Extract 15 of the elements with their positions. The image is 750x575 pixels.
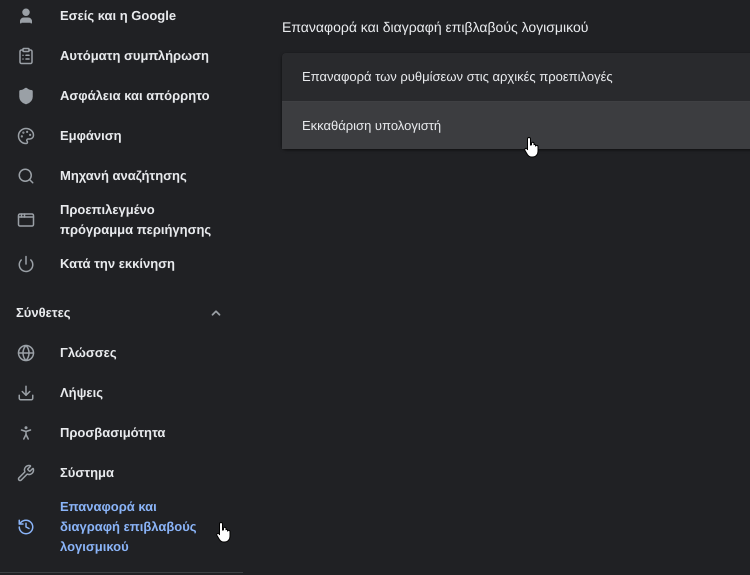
sidebar-item[interactable]: Μηχανή αναζήτησης — [0, 156, 243, 196]
sidebar-item[interactable]: Κατά την εκκίνηση — [0, 244, 243, 284]
sidebar-item[interactable]: Γλώσσες — [0, 333, 243, 373]
sidebar-item[interactable]: Προεπιλεγμένο πρόγραμμα περιήγησης — [0, 196, 243, 244]
section-title: Επαναφορά και διαγραφή επιβλαβούς λογισμικού — [282, 18, 590, 37]
sidebar-item[interactable]: Εσείς και η Google — [0, 0, 243, 36]
sidebar-item[interactable]: Αυτόματη συμπλήρωση — [0, 36, 243, 76]
sidebar-item[interactable]: Εμφάνιση — [0, 116, 243, 156]
sidebar-item[interactable]: Λήψεις — [0, 373, 243, 413]
sidebar-item[interactable]: Σύστημα — [0, 453, 243, 493]
settings-row[interactable]: Επαναφορά των ρυθμίσεων στις αρχικές προεπιλογές — [282, 53, 750, 101]
sidebar-item[interactable]: Ασφάλεια και απόρρητο — [0, 76, 243, 116]
sidebar-item[interactable]: Επαναφορά και διαγραφή επιβλαβούς λογισμικού — [0, 493, 243, 561]
section-header: Σύνθετες — [16, 304, 71, 322]
sidebar-item[interactable]: Προσβασιμότητα — [0, 413, 243, 453]
